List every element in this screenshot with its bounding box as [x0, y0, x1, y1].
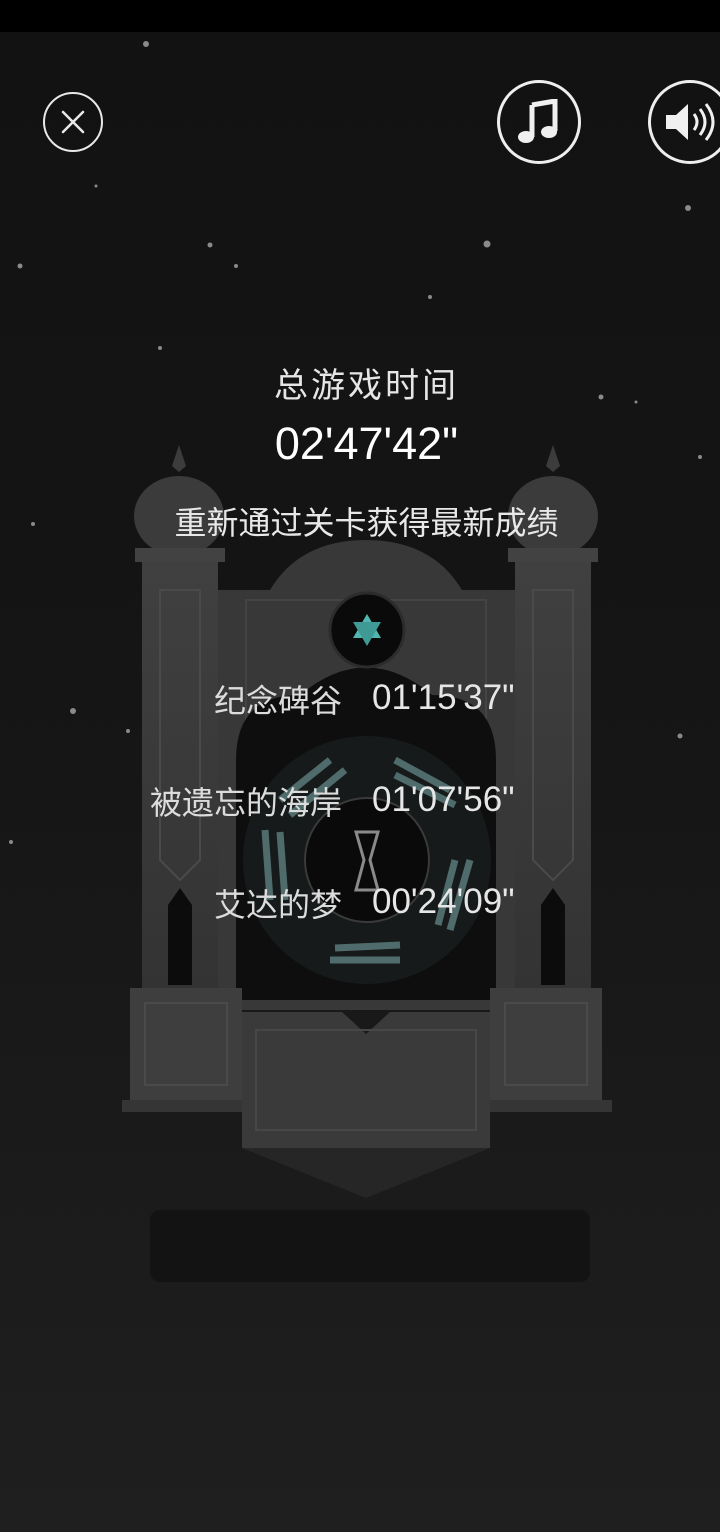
monument-illustration: [122, 445, 612, 1282]
close-icon: [61, 110, 85, 134]
total-play-time-value: 02'47'42": [274, 418, 459, 469]
music-note-icon: [518, 99, 558, 143]
level-row-forgotten-shores: 被遗忘的海岸 01'07'56": [0, 778, 720, 828]
level-time: 00'24'09": [372, 882, 515, 921]
level-name: 艾达的梦: [213, 886, 342, 924]
close-button[interactable]: [43, 92, 103, 152]
total-play-time-label: 总游戏时间: [274, 366, 459, 406]
level-row-idas-dream: 艾达的梦 00'24'09": [0, 880, 720, 930]
level-row-monument-valley: 纪念碑谷 01'15'37": [0, 676, 720, 726]
level-name: 被遗忘的海岸: [149, 784, 342, 822]
replay-hint-text: 重新通过关卡获得最新成绩: [174, 504, 559, 542]
speaker-icon: [666, 103, 715, 141]
level-time: 01'15'37": [372, 678, 515, 717]
music-toggle-button[interactable]: [497, 80, 581, 164]
level-time: 01'07'56": [372, 780, 515, 819]
level-name: 纪念碑谷: [213, 682, 342, 720]
